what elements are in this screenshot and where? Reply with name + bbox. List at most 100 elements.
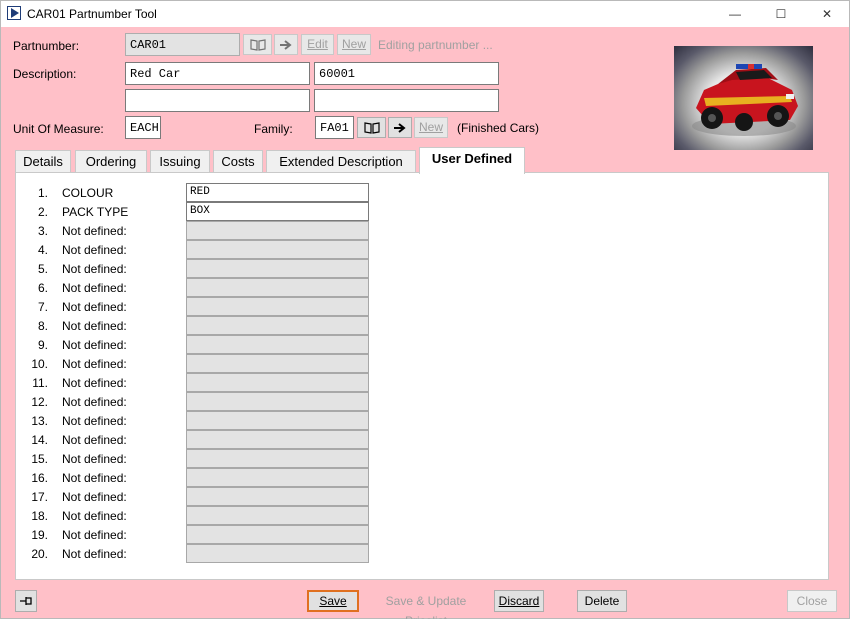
user-field-18[interactable] bbox=[186, 506, 369, 525]
save-update-pricelist-button[interactable]: Save & Update Pricelist bbox=[362, 590, 490, 619]
book-icon bbox=[363, 122, 380, 134]
discard-button-label: Discard bbox=[498, 594, 540, 608]
row-label: Not defined: bbox=[62, 528, 127, 542]
row-label: Not defined: bbox=[62, 243, 127, 257]
user-field-10[interactable] bbox=[186, 354, 369, 373]
row-number: 4. bbox=[37, 243, 48, 257]
tab-user-defined[interactable]: User Defined bbox=[419, 147, 525, 174]
row-number: 16. bbox=[31, 471, 48, 485]
window-title: CAR01 Partnumber Tool bbox=[27, 7, 157, 21]
description-field-1[interactable]: Red Car bbox=[125, 62, 310, 85]
product-image bbox=[674, 46, 813, 150]
row-number: 7. bbox=[37, 300, 48, 314]
new-family-label: New bbox=[418, 120, 443, 134]
row-label: Not defined: bbox=[62, 338, 127, 352]
partnumber-field[interactable]: CAR01 bbox=[125, 33, 240, 56]
row-label: PACK TYPE bbox=[62, 205, 129, 219]
row-label: Not defined: bbox=[62, 490, 127, 504]
user-field-11[interactable] bbox=[186, 373, 369, 392]
close-button[interactable]: Close bbox=[787, 590, 837, 612]
row-number: 20. bbox=[31, 547, 48, 561]
partnumber-tool-window: CAR01 Partnumber Tool — ☐ ✕ Partnumber: … bbox=[0, 0, 850, 619]
pin-button[interactable] bbox=[15, 590, 37, 612]
edit-button[interactable]: Edit bbox=[301, 34, 334, 55]
partnumber-go-button[interactable] bbox=[274, 34, 298, 55]
status-text: Editing partnumber ... bbox=[378, 38, 493, 52]
uom-label: Unit Of Measure: bbox=[13, 122, 104, 136]
tab-costs[interactable]: Costs bbox=[213, 150, 263, 173]
save-button[interactable]: Save bbox=[307, 590, 359, 612]
row-label: Not defined: bbox=[62, 547, 127, 561]
tab-details[interactable]: Details bbox=[15, 150, 71, 173]
row-label: COLOUR bbox=[62, 186, 114, 200]
pin-icon bbox=[20, 597, 32, 605]
user-field-15[interactable] bbox=[186, 449, 369, 468]
book-icon bbox=[249, 39, 266, 51]
row-label: Not defined: bbox=[62, 452, 127, 466]
row-number: 9. bbox=[37, 338, 48, 352]
user-field-20[interactable] bbox=[186, 544, 369, 563]
description-field-3[interactable] bbox=[125, 89, 310, 112]
user-field-6[interactable] bbox=[186, 278, 369, 297]
row-number: 2. bbox=[37, 205, 48, 219]
row-label: Not defined: bbox=[62, 376, 127, 390]
user-field-3[interactable] bbox=[186, 221, 369, 240]
red-car-picture bbox=[692, 64, 798, 136]
description-field-2[interactable]: 60001 bbox=[314, 62, 499, 85]
partnumber-lookup-button[interactable] bbox=[243, 34, 272, 55]
row-number: 10. bbox=[31, 357, 48, 371]
uom-field[interactable]: EACH bbox=[125, 116, 161, 139]
tab-ordering[interactable]: Ordering bbox=[75, 150, 147, 173]
user-field-19[interactable] bbox=[186, 525, 369, 544]
minimize-button[interactable]: — bbox=[712, 1, 758, 27]
description-label: Description: bbox=[13, 67, 77, 81]
row-label: Not defined: bbox=[62, 357, 127, 371]
user-field-16[interactable] bbox=[186, 468, 369, 487]
family-name: (Finished Cars) bbox=[457, 121, 540, 135]
row-label: Not defined: bbox=[62, 414, 127, 428]
tab-issuing[interactable]: Issuing bbox=[150, 150, 210, 173]
user-field-8[interactable] bbox=[186, 316, 369, 335]
new-family-button[interactable]: New bbox=[414, 117, 448, 138]
user-field-14[interactable] bbox=[186, 430, 369, 449]
user-field-4[interactable] bbox=[186, 240, 369, 259]
user-field-17[interactable] bbox=[186, 487, 369, 506]
user-field-12[interactable] bbox=[186, 392, 369, 411]
tab-extended-description[interactable]: Extended Description bbox=[266, 150, 416, 173]
row-label: Not defined: bbox=[62, 395, 127, 409]
row-number: 1. bbox=[37, 186, 48, 200]
row-label: Not defined: bbox=[62, 262, 127, 276]
user-field-1[interactable]: RED bbox=[186, 183, 369, 202]
user-field-2[interactable]: BOX bbox=[186, 202, 369, 221]
description-field-4[interactable] bbox=[314, 89, 499, 112]
family-lookup-button[interactable] bbox=[357, 117, 386, 138]
row-label: Not defined: bbox=[62, 281, 127, 295]
user-field-7[interactable] bbox=[186, 297, 369, 316]
row-number: 17. bbox=[31, 490, 48, 504]
row-number: 3. bbox=[37, 224, 48, 238]
arrow-right-icon bbox=[394, 123, 406, 133]
delete-button[interactable]: Delete bbox=[577, 590, 627, 612]
row-label: Not defined: bbox=[62, 509, 127, 523]
row-label: Not defined: bbox=[62, 471, 127, 485]
user-field-9[interactable] bbox=[186, 335, 369, 354]
new-button-label: New bbox=[341, 37, 366, 51]
row-number: 19. bbox=[31, 528, 48, 542]
save-button-label: Save bbox=[319, 594, 347, 608]
user-field-5[interactable] bbox=[186, 259, 369, 278]
row-number: 14. bbox=[31, 433, 48, 447]
row-number: 11. bbox=[32, 376, 48, 390]
partnumber-label: Partnumber: bbox=[13, 39, 80, 53]
user-field-13[interactable] bbox=[186, 411, 369, 430]
app-icon bbox=[7, 6, 21, 20]
close-window-button[interactable]: ✕ bbox=[804, 1, 850, 27]
row-label: Not defined: bbox=[62, 319, 127, 333]
family-go-button[interactable] bbox=[388, 117, 412, 138]
row-label: Not defined: bbox=[62, 300, 127, 314]
maximize-button[interactable]: ☐ bbox=[758, 1, 804, 27]
discard-button[interactable]: Discard bbox=[494, 590, 544, 612]
row-number: 15. bbox=[31, 452, 48, 466]
new-partnumber-button[interactable]: New bbox=[337, 34, 371, 55]
row-label: Not defined: bbox=[62, 224, 127, 238]
family-field[interactable]: FA01 bbox=[315, 116, 354, 139]
